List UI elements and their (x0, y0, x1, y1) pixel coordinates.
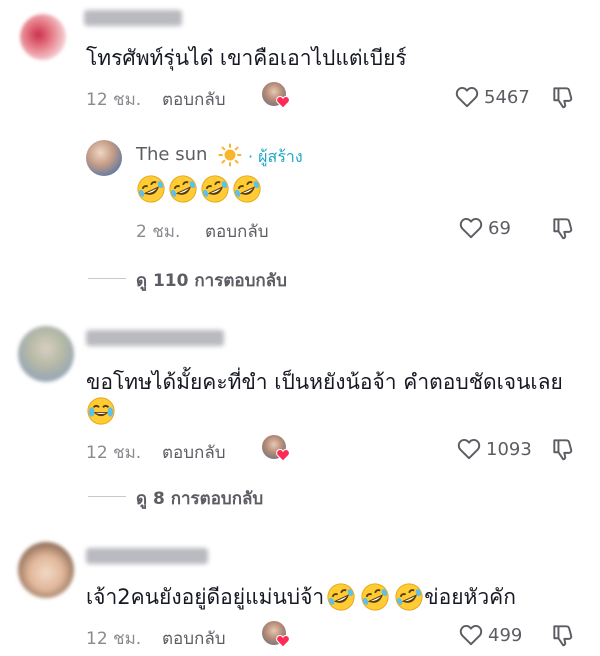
comment-time: 12 ชม. (86, 90, 142, 110)
comment-text-part: ข่อยหัวคัก (424, 585, 516, 609)
like-count: 1093 (486, 438, 532, 460)
rofl-emoji (200, 174, 230, 204)
sun-emoji (218, 143, 242, 167)
rofl-emoji (168, 174, 198, 204)
heart-filled-icon (275, 447, 291, 463)
reply-button[interactable]: ตอบกลับ (162, 439, 226, 466)
heart-outline-icon (456, 436, 482, 462)
view-replies-button[interactable]: ดู 8 การตอบกลับ (136, 485, 263, 512)
comment-text: เจ้า2คนยังอยู่ดีอยู่แม่นบ่จ้า ข่อยหัวคัก (86, 582, 516, 612)
view-replies-button[interactable]: ดู 110 การตอบกลับ (136, 267, 287, 294)
thumbs-down-icon[interactable] (550, 436, 576, 462)
rofl-emoji (360, 582, 390, 612)
heart-outline-icon (458, 622, 484, 648)
divider (88, 278, 126, 279)
like-button[interactable]: 5467 (454, 84, 530, 110)
rofl-emoji (232, 174, 262, 204)
divider (88, 496, 126, 497)
username-blurred[interactable] (84, 10, 182, 26)
creator-liked-badge (262, 621, 290, 649)
reply-button[interactable]: ตอบกลับ (162, 625, 226, 652)
reply-author[interactable]: The sun (136, 144, 207, 165)
reply-text-emojis (136, 174, 262, 204)
rofl-emoji (326, 582, 356, 612)
comment-time: 12 ชม. (86, 443, 142, 463)
heart-outline-icon (458, 215, 484, 241)
creator-liked-badge (262, 82, 290, 110)
comment-text-part: เจ้า2คนยังอยู่ดีอยู่แม่นบ่จ้า (86, 585, 325, 609)
like-count: 499 (488, 624, 523, 646)
comment-text: ขอโทษได้มั้ยคะที่ขำ เป็นหยังน้อจ้า คำตอบ… (86, 370, 563, 394)
comment-time: 12 ชม. (86, 629, 142, 649)
username-blurred[interactable] (86, 330, 224, 346)
username-blurred[interactable] (86, 548, 208, 564)
thumbs-down-icon[interactable] (550, 622, 576, 648)
thumbs-down-icon[interactable] (550, 215, 576, 241)
like-button[interactable]: 69 (458, 215, 511, 241)
reply-button[interactable]: ตอบกลับ (205, 218, 269, 245)
avatar[interactable] (18, 542, 74, 598)
joy-emoji (86, 396, 116, 426)
avatar[interactable] (18, 326, 74, 382)
heart-filled-icon (275, 94, 291, 110)
reply-time: 2 ชม. (136, 222, 181, 242)
heart-filled-icon (275, 633, 291, 649)
rofl-emoji (394, 582, 424, 612)
like-button[interactable]: 1093 (456, 436, 532, 462)
reply-button[interactable]: ตอบกลับ (162, 86, 226, 113)
creator-badge: · ผู้สร้าง (248, 147, 303, 166)
comment-text: โทรศัพท์รุ่นได๋ เขาคือเอาไปแต่เบียร์ (86, 46, 407, 70)
avatar[interactable] (20, 14, 66, 60)
like-count: 5467 (484, 86, 530, 108)
author-name: The sun (136, 144, 208, 165)
creator-liked-badge (262, 435, 290, 463)
rofl-emoji (136, 174, 166, 204)
like-button[interactable]: 499 (458, 622, 522, 648)
like-count: 69 (488, 217, 511, 239)
heart-outline-icon (454, 84, 480, 110)
thumbs-down-icon[interactable] (550, 84, 576, 110)
creator-avatar[interactable] (86, 140, 122, 176)
